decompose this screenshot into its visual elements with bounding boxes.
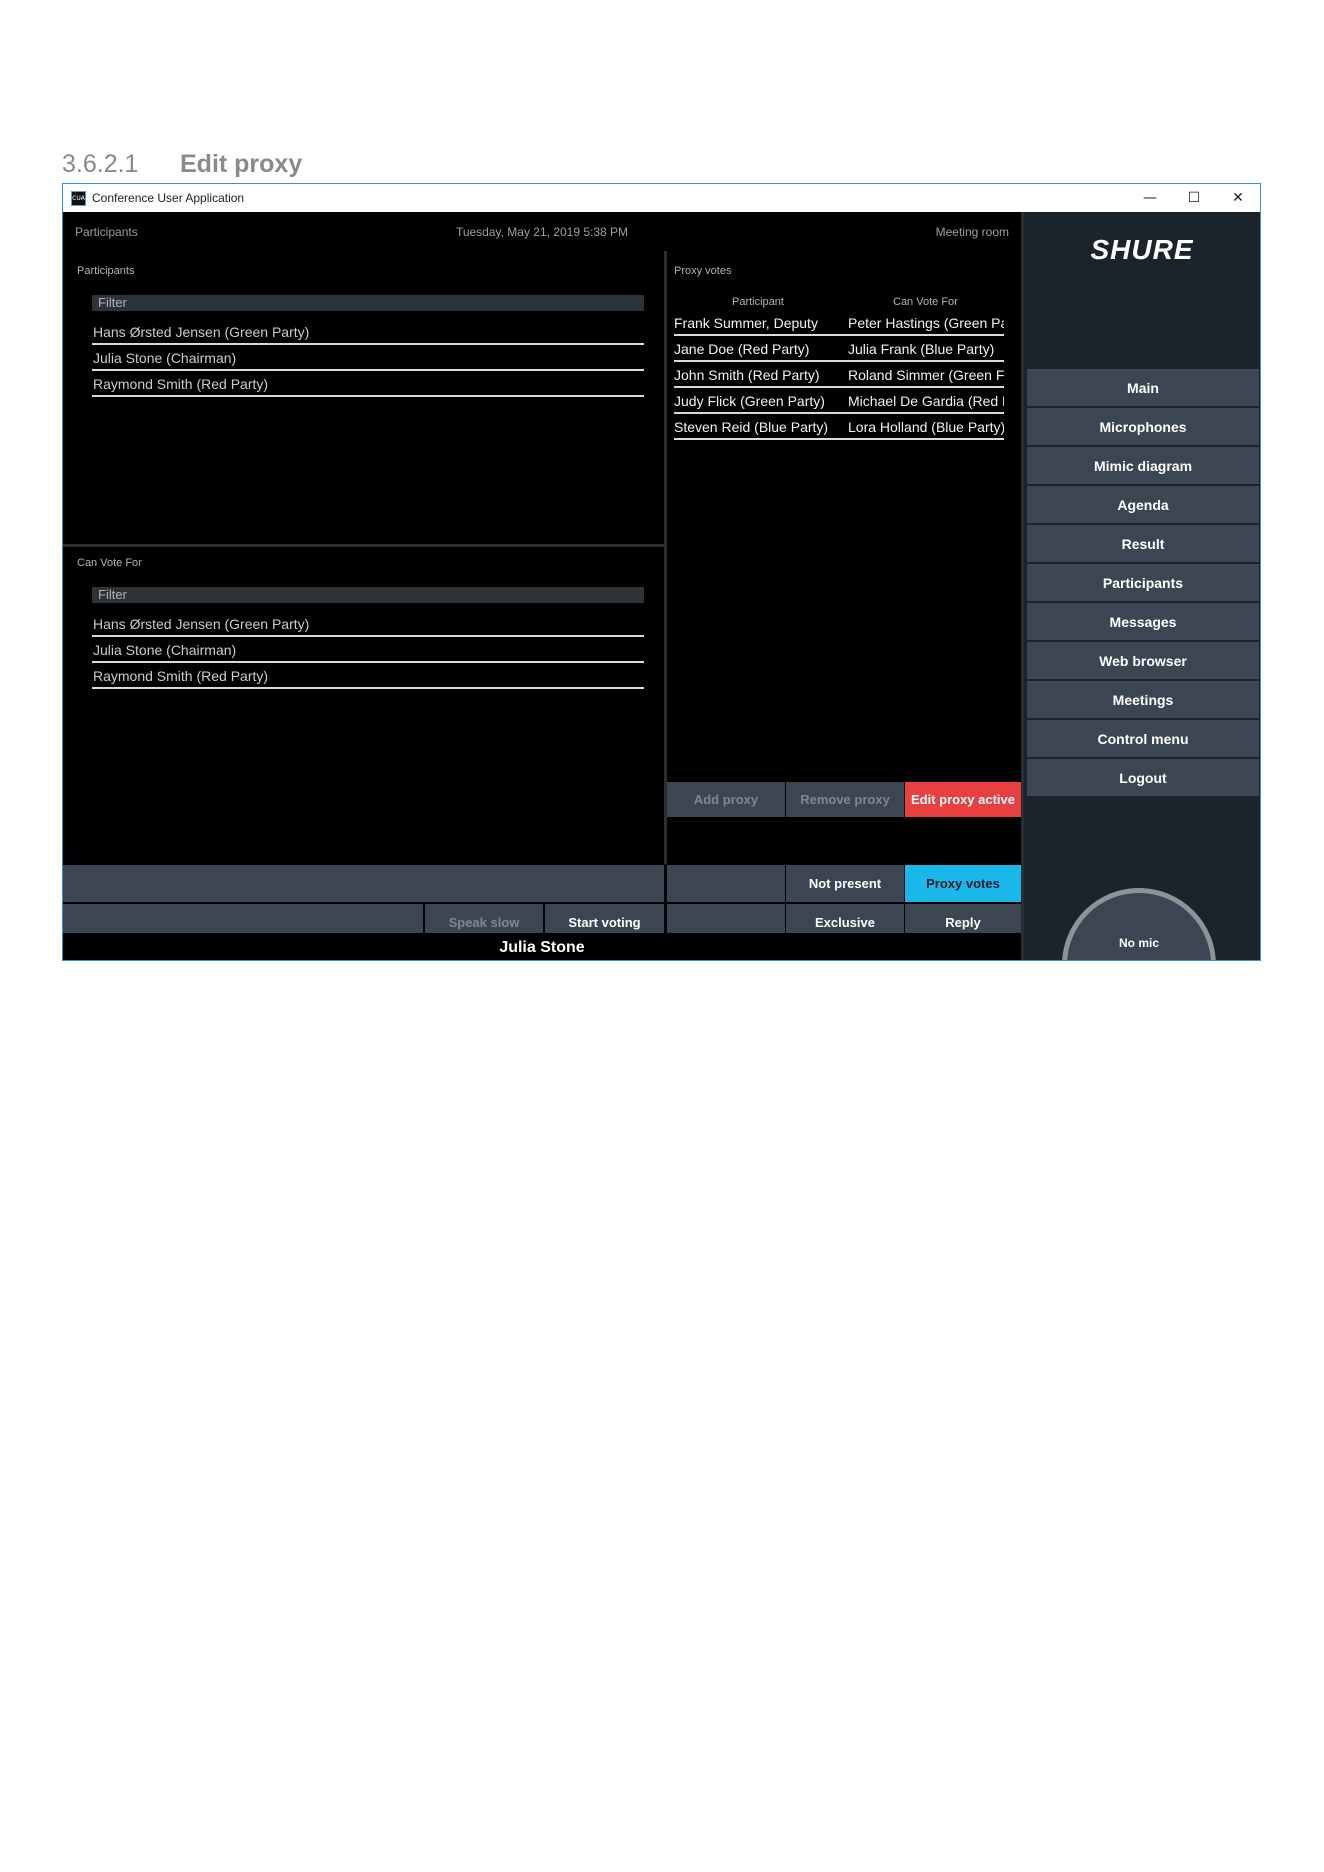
cell-participant: Frank Summer, Deputy — [674, 315, 818, 331]
section-number: 3.6.2.1 — [62, 149, 139, 178]
nav-main[interactable]: Main — [1027, 369, 1259, 406]
mic-status: No mic — [1118, 936, 1159, 950]
table-row[interactable]: Jane Doe (Red Party) Julia Frank (Blue P… — [674, 336, 1004, 362]
cell-can-vote-for: Michael De Gardia (Red F — [848, 393, 1004, 409]
nav-web-browser[interactable]: Web browser — [1027, 642, 1259, 679]
mic-dial[interactable] — [1062, 888, 1216, 960]
window-controls: — ☐ ✕ — [1128, 184, 1260, 212]
maximize-icon[interactable]: ☐ — [1172, 184, 1216, 212]
close-icon[interactable]: ✕ — [1216, 184, 1260, 212]
table-row[interactable]: Steven Reid (Blue Party) Lora Holland (B… — [674, 414, 1004, 440]
nav-result[interactable]: Result — [1027, 525, 1259, 562]
cell-participant: Judy Flick (Green Party) — [674, 393, 825, 409]
participants-filter-input[interactable]: Filter — [92, 295, 644, 311]
cell-can-vote-for: Peter Hastings (Green Pa — [848, 315, 1004, 331]
can-vote-for-panel: Can Vote For Filter Hans Ørsted Jensen (… — [63, 547, 664, 864]
not-present-button[interactable]: Not present — [786, 865, 904, 902]
participants-panel: Participants Filter Hans Ørsted Jensen (… — [63, 251, 664, 544]
nav-meetings[interactable]: Meetings — [1027, 681, 1259, 718]
nav-logout[interactable]: Logout — [1027, 759, 1259, 796]
proxy-votes-button[interactable]: Proxy votes — [905, 865, 1021, 902]
section-title: Edit proxy — [180, 149, 303, 178]
status-bar: Participants Tuesday, May 21, 2019 5:38 … — [63, 212, 1021, 251]
shure-logo: SHURE — [1090, 234, 1194, 265]
datetime: Tuesday, May 21, 2019 5:38 PM — [455, 225, 629, 239]
minimize-icon[interactable]: — — [1128, 184, 1172, 212]
list-item[interactable]: Hans Ørsted Jensen (Green Party) — [92, 611, 644, 637]
meeting-room: Meeting room — [935, 225, 1009, 239]
can-vote-for-filter-input[interactable]: Filter — [92, 587, 644, 603]
current-user-name: Julia Stone — [63, 933, 1021, 960]
edit-proxy-active-button[interactable]: Edit proxy active — [905, 782, 1021, 817]
app-icon: CUA — [71, 190, 86, 206]
participants-list: Hans Ørsted Jensen (Green Party) Julia S… — [92, 319, 644, 397]
list-item[interactable]: Raymond Smith (Red Party) — [92, 371, 644, 397]
participants-caption: Participants — [77, 265, 135, 277]
nav-mimic-diagram[interactable]: Mimic diagram — [1027, 447, 1259, 484]
add-proxy-button[interactable]: Add proxy — [667, 782, 785, 817]
cell-can-vote-for: Lora Holland (Blue Party) — [848, 419, 1004, 435]
app-window: CUA Conference User Application — ☐ ✕ Pa… — [62, 183, 1261, 961]
table-row[interactable]: Judy Flick (Green Party) Michael De Gard… — [674, 388, 1004, 414]
nav-microphones[interactable]: Microphones — [1027, 408, 1259, 445]
can-vote-for-caption: Can Vote For — [77, 557, 142, 569]
sidebar: SHURE Main Microphones Mimic diagram Age… — [1024, 212, 1260, 960]
button-blank — [63, 865, 664, 902]
button-blank — [667, 865, 785, 902]
cell-can-vote-for: Julia Frank (Blue Party) — [848, 341, 995, 357]
cell-can-vote-for: Roland Simmer (Green F — [848, 367, 1004, 383]
proxy-votes-caption: Proxy votes — [674, 265, 732, 277]
column-header-can-vote-for: Can Vote For — [893, 296, 958, 308]
can-vote-for-list: Hans Ørsted Jensen (Green Party) Julia S… — [92, 611, 644, 689]
cell-participant: Jane Doe (Red Party) — [674, 341, 810, 357]
window-titlebar[interactable]: CUA Conference User Application — ☐ ✕ — [63, 184, 1260, 212]
list-item[interactable]: Hans Ørsted Jensen (Green Party) — [92, 319, 644, 345]
table-row[interactable]: Frank Summer, Deputy Peter Hastings (Gre… — [674, 310, 1004, 336]
remove-proxy-button[interactable]: Remove proxy — [786, 782, 904, 817]
list-item[interactable]: Julia Stone (Chairman) — [92, 637, 644, 663]
proxy-votes-table: Frank Summer, Deputy Peter Hastings (Gre… — [674, 310, 1004, 440]
table-row[interactable]: John Smith (Red Party) Roland Simmer (Gr… — [674, 362, 1004, 388]
column-header-participant: Participant — [732, 296, 784, 308]
list-item[interactable]: Julia Stone (Chairman) — [92, 345, 644, 371]
cell-participant: Steven Reid (Blue Party) — [674, 419, 829, 435]
list-item[interactable]: Raymond Smith (Red Party) — [92, 663, 644, 689]
doc-section-heading: 3.6.2.1 Edit proxy — [62, 148, 302, 180]
cell-participant: John Smith (Red Party) — [674, 367, 820, 383]
nav-participants[interactable]: Participants — [1027, 564, 1259, 601]
nav-agenda[interactable]: Agenda — [1027, 486, 1259, 523]
nav-control-menu[interactable]: Control menu — [1027, 720, 1259, 757]
window-title: Conference User Application — [92, 191, 245, 205]
nav-messages[interactable]: Messages — [1027, 603, 1259, 640]
